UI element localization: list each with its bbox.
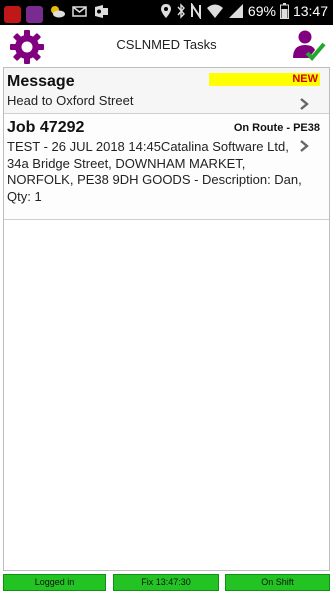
- bluetooth-icon: [176, 3, 186, 19]
- list-item-job[interactable]: Job 47292 On Route - PE38 TEST - 26 JUL …: [4, 114, 329, 220]
- bottom-status-bar: Logged in Fix 13:47:30 On Shift: [0, 573, 333, 592]
- app-header: CSLNMED Tasks: [0, 25, 333, 65]
- task-title: Job 47292: [7, 119, 85, 136]
- task-title: Message: [7, 73, 75, 90]
- app-notification-icon: [26, 5, 43, 23]
- page-title: CSLNMED Tasks: [116, 37, 217, 52]
- status-text: On Route - PE38: [233, 122, 320, 134]
- notification-icons: [4, 3, 110, 25]
- shift-status-button[interactable]: On Shift: [225, 574, 330, 591]
- app-notification-icon: [4, 5, 21, 23]
- battery-icon: [279, 3, 289, 19]
- outlook-icon: [93, 3, 110, 25]
- clock: 13:47: [292, 3, 328, 19]
- location-icon: [160, 3, 172, 19]
- status-bar: 69% 13:47: [0, 0, 333, 25]
- task-message: Head to Oxford Street: [7, 93, 134, 108]
- email-icon: [71, 3, 88, 25]
- status-badge: NEW: [209, 73, 320, 86]
- task-list: Message NEW Head to Oxford Street Job 47…: [3, 67, 330, 571]
- weather-icon: [48, 3, 66, 25]
- chevron-right-icon: [300, 140, 309, 152]
- signal-icon: [228, 3, 244, 19]
- nfc-icon: [190, 3, 202, 19]
- list-item-message[interactable]: Message NEW Head to Oxford Street: [4, 68, 329, 114]
- gps-fix-button[interactable]: Fix 13:47:30: [113, 574, 219, 591]
- user-check-icon[interactable]: [291, 28, 327, 64]
- wifi-icon: [206, 3, 224, 19]
- task-description: TEST - 26 JUL 2018 14:45Catalina Softwar…: [7, 139, 302, 204]
- logged-in-button[interactable]: Logged in: [3, 574, 106, 591]
- chevron-right-icon: [300, 98, 309, 110]
- battery-level: 69%: [247, 3, 276, 19]
- system-icons: 69% 13:47: [160, 3, 328, 19]
